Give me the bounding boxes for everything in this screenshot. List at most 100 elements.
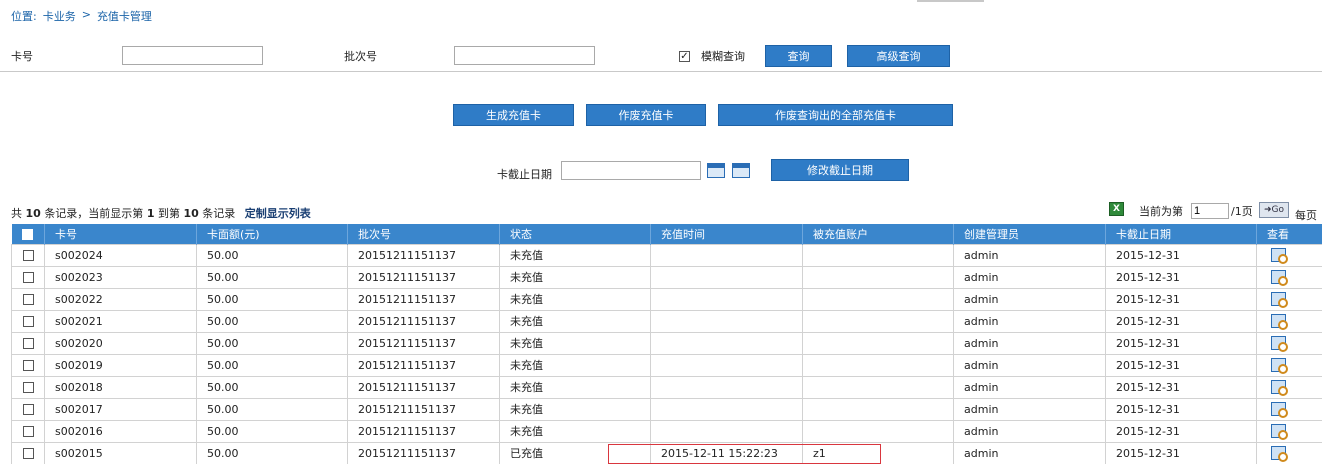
row-select-cell[interactable] — [11, 375, 45, 399]
table-row: s002022 50.00 20151211151137 未充值 admin 2015-1… — [11, 287, 1322, 311]
breadcrumb-recharge-card-management[interactable]: 充值卡管理 — [97, 8, 152, 24]
row-checkbox[interactable] — [22, 272, 34, 283]
status-cell: 未充值 — [499, 419, 651, 443]
modify-expiry-button[interactable]: 修改截止日期 — [771, 159, 909, 181]
face-value-cell: 50.00 — [196, 419, 348, 443]
face-value-cell: 50.00 — [196, 309, 348, 333]
advanced-query-button[interactable]: 高级查询 — [847, 45, 950, 67]
face-value-cell: 50.00 — [196, 287, 348, 311]
magnifier-view-icon[interactable] — [1271, 380, 1288, 396]
col-creator-admin: 创建管理员 — [953, 224, 1106, 244]
row-select-cell[interactable] — [11, 397, 45, 421]
recharged-account-cell — [802, 309, 954, 333]
row-checkbox[interactable] — [22, 426, 34, 437]
view-cell[interactable] — [1256, 419, 1322, 443]
magnifier-view-icon[interactable] — [1271, 336, 1288, 352]
go-page-button[interactable]: ➜Go — [1259, 202, 1289, 218]
query-button[interactable]: 查询 — [765, 45, 832, 67]
magnifier-view-icon[interactable] — [1271, 314, 1288, 330]
breadcrumb-prefix: 位置: — [11, 10, 37, 23]
magnifier-view-icon[interactable] — [1271, 248, 1288, 264]
expiry-date-label: 卡截止日期 — [497, 168, 552, 181]
batch-number-input[interactable] — [454, 46, 595, 65]
card-number-cell: s002024 — [44, 243, 197, 267]
recharged-account-cell — [802, 419, 954, 443]
creator-admin-cell: admin — [953, 287, 1106, 311]
expiry-date-cell: 2015-12-31 — [1105, 441, 1257, 464]
summary-to: 10 — [183, 207, 199, 220]
creator-admin-cell: admin — [953, 353, 1106, 377]
creator-admin-cell: admin — [953, 265, 1106, 289]
card-number-cell: s002018 — [44, 375, 197, 399]
select-all-checkbox[interactable] — [22, 228, 34, 240]
calendar-icon[interactable] — [707, 163, 725, 178]
row-select-cell[interactable] — [11, 309, 45, 333]
row-checkbox[interactable] — [22, 316, 34, 327]
expiry-date-cell: 2015-12-31 — [1105, 309, 1257, 333]
void-card-button[interactable]: 作废充值卡 — [586, 104, 706, 126]
view-cell[interactable] — [1256, 375, 1322, 399]
status-cell: 未充值 — [499, 243, 651, 267]
per-page-label: 每页 — [1295, 209, 1317, 222]
calendar-clear-icon[interactable] — [732, 163, 750, 178]
row-select-cell[interactable] — [11, 419, 45, 443]
row-select-cell[interactable] — [11, 331, 45, 355]
row-select-cell[interactable] — [11, 441, 45, 464]
view-cell[interactable] — [1256, 309, 1322, 333]
row-select-cell[interactable] — [11, 243, 45, 267]
magnifier-view-icon[interactable] — [1271, 270, 1288, 286]
batch-number-cell: 20151211151137 — [347, 397, 500, 421]
batch-number-cell: 20151211151137 — [347, 353, 500, 377]
creator-admin-cell: admin — [953, 375, 1106, 399]
view-cell[interactable] — [1256, 243, 1322, 267]
row-checkbox[interactable] — [22, 250, 34, 261]
status-cell: 未充值 — [499, 331, 651, 355]
view-cell[interactable] — [1256, 353, 1322, 377]
view-cell[interactable] — [1256, 265, 1322, 289]
breadcrumb: 位置: 卡业务 > 充值卡管理 — [11, 8, 152, 24]
view-cell[interactable] — [1256, 331, 1322, 355]
creator-admin-cell: admin — [953, 419, 1106, 443]
view-cell[interactable] — [1256, 397, 1322, 421]
table-row: s002018 50.00 20151211151137 未充值 admin 2015-1… — [11, 375, 1322, 399]
expiry-date-input[interactable] — [561, 161, 701, 180]
row-checkbox[interactable] — [22, 338, 34, 349]
col-status: 状态 — [499, 224, 651, 244]
view-cell[interactable] — [1256, 287, 1322, 311]
page-number-input[interactable] — [1191, 203, 1229, 219]
row-checkbox[interactable] — [22, 294, 34, 305]
table-row: s002020 50.00 20151211151137 未充值 admin 2015-1… — [11, 331, 1322, 355]
magnifier-view-icon[interactable] — [1271, 358, 1288, 374]
row-checkbox[interactable] — [22, 360, 34, 371]
creator-admin-cell: admin — [953, 309, 1106, 333]
magnifier-view-icon[interactable] — [1271, 292, 1288, 308]
void-all-queried-button[interactable]: 作废查询出的全部充值卡 — [718, 104, 953, 126]
expiry-date-cell: 2015-12-31 — [1105, 331, 1257, 355]
highlight-annotation — [608, 444, 881, 464]
row-select-cell[interactable] — [11, 265, 45, 289]
view-cell[interactable] — [1256, 441, 1322, 464]
row-checkbox[interactable] — [22, 448, 34, 459]
generate-card-button[interactable]: 生成充值卡 — [453, 104, 574, 126]
status-cell: 未充值 — [499, 309, 651, 333]
batch-number-label: 批次号 — [344, 50, 377, 63]
batch-number-cell: 20151211151137 — [347, 331, 500, 355]
row-checkbox[interactable] — [22, 404, 34, 415]
row-select-cell[interactable] — [11, 287, 45, 311]
fuzzy-search-checkbox[interactable]: ✓ — [679, 51, 690, 62]
batch-number-cell: 20151211151137 — [347, 419, 500, 443]
magnifier-view-icon[interactable] — [1271, 424, 1288, 440]
breadcrumb-card-business[interactable]: 卡业务 — [43, 8, 76, 24]
magnifier-view-icon[interactable] — [1271, 446, 1288, 462]
recharge-time-cell — [650, 353, 803, 377]
recharged-account-cell — [802, 331, 954, 355]
custom-columns-link[interactable]: 定制显示列表 — [245, 207, 311, 220]
select-all-cell[interactable] — [11, 224, 45, 244]
row-checkbox[interactable] — [22, 382, 34, 393]
recharged-account-cell — [802, 353, 954, 377]
row-select-cell[interactable] — [11, 353, 45, 377]
card-number-input[interactable] — [122, 46, 263, 65]
card-number-cell: s002019 — [44, 353, 197, 377]
excel-export-icon[interactable]: X — [1109, 202, 1124, 216]
magnifier-view-icon[interactable] — [1271, 402, 1288, 418]
